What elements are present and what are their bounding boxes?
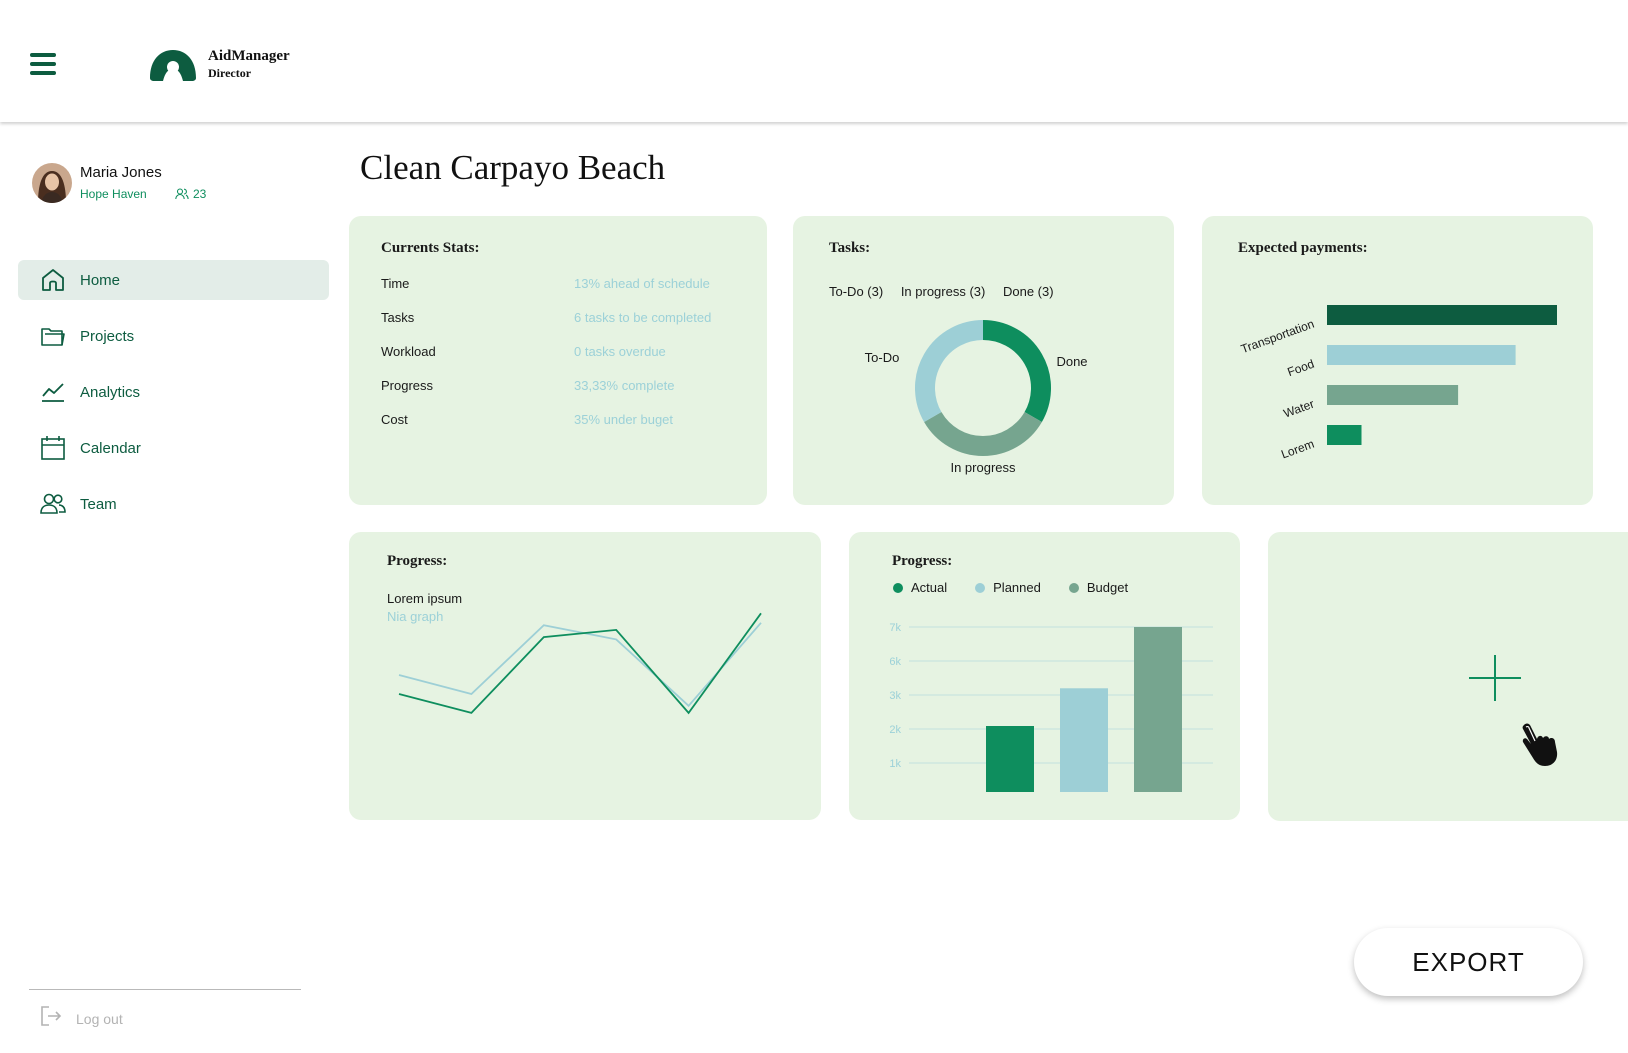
logout-divider	[29, 989, 301, 990]
legend-item-actual: Actual	[893, 580, 947, 595]
sidebar-item-label: Team	[80, 495, 117, 513]
sidebar-nav: Home Projects Analytics Calendar Team	[18, 260, 329, 540]
plus-icon[interactable]	[1469, 655, 1521, 701]
card-title: Currents Stats:	[381, 240, 480, 256]
progress-bar-card: Progress: 7k 6k 3k 2k 1k	[849, 532, 1240, 820]
bar-food	[1327, 345, 1516, 365]
brand-role: Director	[208, 66, 252, 80]
y-tick-label: 6k	[889, 656, 901, 668]
bar-lorem	[1327, 425, 1362, 445]
stat-key: Cost	[381, 412, 408, 427]
y-tick-label: 2k	[889, 724, 901, 736]
sidebar-item-label: Projects	[80, 327, 135, 345]
menu-icon[interactable]	[30, 51, 58, 77]
y-tick-label: 7k	[889, 622, 901, 634]
members-count-value: 23	[193, 187, 207, 201]
stat-key: Time	[381, 276, 410, 291]
legend-item-planned: Planned	[975, 580, 1041, 595]
bar-transportation	[1327, 305, 1557, 325]
progress-line-card: Progress: Lorem ipsum Nia graph	[349, 532, 821, 820]
stat-key: Progress	[381, 378, 434, 393]
sidebar-item-calendar[interactable]: Calendar	[18, 428, 329, 468]
stat-value: 35% under buget	[574, 412, 674, 427]
members-count[interactable]: 23	[175, 187, 206, 201]
stat-key: Workload	[381, 344, 436, 359]
y-tick-label: 1k	[889, 758, 901, 770]
stat-key: Tasks	[381, 310, 415, 325]
logo-icon	[150, 50, 196, 81]
add-widget-card[interactable]	[1268, 532, 1628, 821]
bar-actual	[986, 726, 1034, 792]
donut-slice-done	[982, 320, 1051, 422]
stat-value: 6 tasks to be completed	[574, 310, 712, 325]
line-series-2	[398, 612, 762, 715]
brand-name: AidManager	[208, 48, 290, 64]
calendar-icon	[40, 435, 66, 461]
export-button[interactable]: EXPORT	[1354, 928, 1583, 996]
donut-slice-to-do	[915, 320, 984, 422]
folder-icon	[40, 323, 66, 349]
donut-slice-in-progress	[924, 411, 1042, 456]
donut-label: In progress	[950, 460, 1016, 475]
progress-line-chart	[398, 612, 762, 715]
sidebar-item-projects[interactable]: Projects	[18, 316, 329, 356]
bar-label: Lorem	[1279, 437, 1316, 462]
bar-budget	[1134, 627, 1182, 792]
people-icon	[175, 188, 189, 200]
hand-cursor-icon	[1522, 723, 1558, 766]
logout-icon	[40, 1005, 62, 1032]
sidebar-item-team[interactable]: Team	[18, 484, 329, 524]
bar-label: Water	[1282, 397, 1316, 421]
current-stats-card: Currents Stats: Time 13% ahead of schedul…	[349, 216, 767, 505]
tasks-donut-chart: To-Do Done In progress	[865, 320, 1088, 475]
analytics-icon	[40, 379, 66, 405]
team-icon	[40, 491, 66, 517]
bar-planned	[1060, 688, 1108, 792]
donut-label: To-Do	[865, 350, 900, 365]
sidebar-item-label: Analytics	[80, 383, 141, 401]
sidebar-item-analytics[interactable]: Analytics	[18, 372, 329, 412]
stat-value: 0 tasks overdue	[574, 344, 666, 359]
legend-label: Budget	[1086, 580, 1129, 595]
y-tick-label: 3k	[889, 690, 901, 702]
bar-water	[1327, 385, 1459, 405]
bar-label: Transportation	[1239, 317, 1316, 356]
legend-item-budget: Budget	[1068, 580, 1129, 595]
legend-label: Planned	[993, 580, 1041, 595]
logout-button[interactable]: Log out	[40, 1005, 123, 1032]
home-icon	[40, 267, 66, 293]
progress-bar-chart: 7k 6k 3k 2k 1k	[889, 622, 1213, 792]
line-series-1	[398, 622, 762, 708]
sidebar-item-label: Home	[80, 271, 121, 289]
avatar[interactable]	[32, 163, 72, 203]
expected-payments-card: Expected payments: Transportation Food Wat…	[1202, 216, 1593, 505]
brand: AidManager Director	[208, 48, 290, 81]
progress-bar-legend: Actual Planned Budget	[893, 580, 1128, 595]
legend-label: Actual	[911, 580, 948, 595]
organization-name[interactable]: Hope Haven	[80, 187, 147, 201]
stat-value: 33,33% complete	[574, 378, 675, 393]
top-bar: AidManager Director	[0, 0, 1628, 122]
payments-bar-chart: TransportationFood Water Lorem	[1239, 305, 1557, 462]
bar-label: Food	[1286, 357, 1316, 380]
donut-label: Done	[1056, 354, 1087, 369]
sidebar-item-home[interactable]: Home	[18, 260, 329, 300]
user-name: Maria Jones	[80, 164, 162, 181]
sidebar-item-label: Calendar	[80, 439, 141, 457]
tasks-card: Tasks: To-Do (3) In progress (3) Done (3…	[793, 216, 1174, 505]
page-title: Clean Carpayo Beach	[360, 148, 666, 187]
stat-value: 13% ahead of schedule	[574, 276, 710, 291]
logout-label: Log out	[76, 1010, 123, 1027]
